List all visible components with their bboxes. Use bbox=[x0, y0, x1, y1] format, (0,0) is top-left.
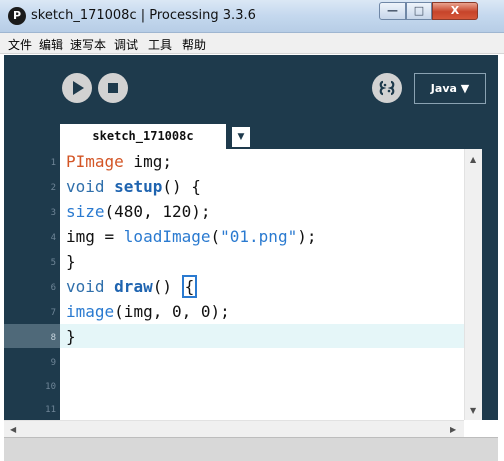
tab-bar: sketch_171008c ▼ bbox=[4, 124, 498, 149]
line-number: 7 bbox=[50, 308, 56, 318]
scroll-left-arrow-icon[interactable]: ◀ bbox=[10, 425, 16, 434]
tab-sketch[interactable]: sketch_171008c bbox=[60, 124, 226, 149]
menu-item-file[interactable]: 文件 bbox=[8, 36, 32, 53]
code-token-function: loadImage bbox=[123, 227, 211, 246]
menu-bar: 文件 编辑 速写本 调试 工具 帮助 bbox=[0, 33, 504, 54]
code-line: img = loadImage("01.png"); bbox=[66, 224, 316, 249]
code-token: img; bbox=[123, 152, 172, 171]
line-number: 5 bbox=[50, 258, 56, 268]
menu-item-edit[interactable]: 编辑 bbox=[39, 36, 63, 53]
code-line: image(img, 0, 0); bbox=[66, 299, 230, 324]
code-line: void setup() { bbox=[66, 174, 201, 199]
code-token: (img, 0, 0); bbox=[114, 302, 230, 321]
code-line: } bbox=[66, 249, 76, 274]
menu-item-help[interactable]: 帮助 bbox=[182, 36, 206, 53]
line-number: 11 bbox=[45, 405, 56, 415]
window-title: sketch_171008c | Processing 3.3.6 bbox=[31, 8, 256, 23]
line-number: 10 bbox=[45, 382, 56, 392]
line-number: 2 bbox=[50, 183, 56, 193]
code-token: () { bbox=[162, 177, 201, 196]
play-icon bbox=[73, 81, 84, 95]
code-editor[interactable]: PImage img; void setup() { size(480, 120… bbox=[60, 149, 464, 420]
console-divider[interactable] bbox=[4, 437, 498, 461]
code-token-function: image bbox=[66, 302, 115, 321]
line-number: 4 bbox=[50, 233, 56, 243]
window-titlebar: P sketch_171008c | Processing 3.3.6 — □ … bbox=[0, 0, 504, 33]
code-token: } bbox=[66, 252, 76, 271]
debugger-button[interactable] bbox=[372, 73, 402, 103]
maximize-button[interactable]: □ bbox=[406, 2, 432, 20]
menu-item-sketch[interactable]: 速写本 bbox=[70, 36, 106, 53]
menu-item-debug[interactable]: 调试 bbox=[114, 36, 138, 53]
line-number-gutter: 1 2 3 4 5 6 7 8 9 10 11 bbox=[4, 149, 60, 420]
code-token: ); bbox=[297, 227, 317, 246]
run-button[interactable] bbox=[62, 73, 92, 103]
tab-menu-button[interactable]: ▼ bbox=[232, 127, 250, 147]
code-line: void draw() { bbox=[66, 274, 198, 299]
stop-button[interactable] bbox=[98, 73, 128, 103]
code-token: () bbox=[152, 277, 182, 296]
code-token: } bbox=[66, 327, 76, 346]
scroll-right-arrow-icon[interactable]: ▶ bbox=[450, 425, 456, 434]
mode-selector[interactable]: Java ▼ bbox=[414, 73, 486, 104]
code-line: } bbox=[66, 324, 76, 349]
current-line-highlight bbox=[60, 324, 464, 348]
code-token-keyword: void bbox=[66, 177, 105, 196]
code-token-type: PImage bbox=[66, 152, 124, 171]
line-number: 9 bbox=[50, 358, 56, 368]
line-number: 6 bbox=[50, 283, 56, 293]
processing-logo-icon: P bbox=[8, 7, 26, 25]
code-token-string: "01.png" bbox=[220, 227, 298, 246]
scroll-down-arrow-icon[interactable]: ▼ bbox=[470, 406, 476, 415]
code-line: size(480, 120); bbox=[66, 199, 211, 224]
line-number: 3 bbox=[50, 208, 56, 218]
matched-brace: { bbox=[181, 275, 198, 298]
code-token-function: setup bbox=[114, 177, 163, 196]
code-token: img = bbox=[66, 227, 124, 246]
code-line: PImage img; bbox=[66, 149, 172, 174]
toolbar: Java ▼ bbox=[4, 55, 498, 124]
debugger-icon bbox=[379, 80, 395, 96]
menu-item-tools[interactable]: 工具 bbox=[148, 36, 172, 53]
code-token-function: draw bbox=[114, 277, 153, 296]
code-token-function: size bbox=[66, 202, 105, 221]
close-button[interactable]: X bbox=[432, 2, 478, 20]
editor-side-strip bbox=[482, 149, 498, 420]
line-number: 1 bbox=[50, 158, 56, 168]
minimize-button[interactable]: — bbox=[379, 2, 406, 20]
code-token-keyword: void bbox=[66, 277, 105, 296]
stop-icon bbox=[108, 83, 118, 93]
scroll-up-arrow-icon[interactable]: ▲ bbox=[470, 155, 476, 164]
horizontal-scrollbar[interactable]: ◀ ▶ bbox=[4, 420, 464, 437]
vertical-scrollbar[interactable]: ▲ ▼ bbox=[464, 149, 482, 420]
code-token: ( bbox=[210, 227, 221, 246]
line-number-current: 8 bbox=[50, 333, 56, 343]
code-token: (480, 120); bbox=[104, 202, 211, 221]
